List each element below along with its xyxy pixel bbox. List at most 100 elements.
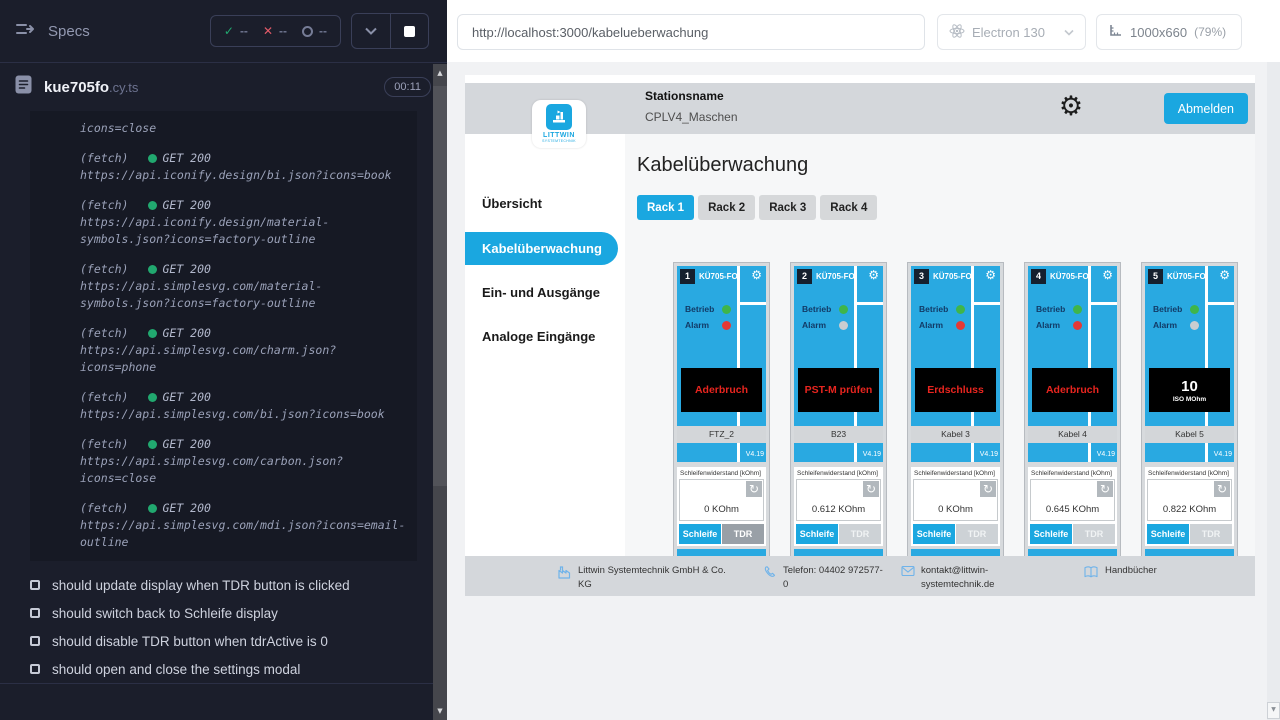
log-entry-fetch[interactable]: (fetch) GET 200 https://api.iconify.desi… <box>80 197 407 248</box>
sidebar-item[interactable]: Übersicht <box>482 196 542 211</box>
cross-icon: ✕ <box>263 25 273 37</box>
card-gear-icon[interactable]: ⚙ <box>751 268 762 282</box>
test-checkbox-icon <box>30 664 40 674</box>
tdr-button[interactable]: TDR <box>722 524 764 544</box>
station-label: Stationsname <box>645 89 738 103</box>
log-entry-fetch[interactable]: (fetch) GET 200 https://api.simplesvg.co… <box>80 389 407 423</box>
ruler-icon <box>1108 23 1123 41</box>
rack-tab[interactable]: Rack 3 <box>759 195 816 220</box>
station-info: Stationsname CPLV4_Maschen <box>645 89 738 124</box>
card-cable-name: FTZ_2 <box>677 426 766 443</box>
card-device-panel: ⚙ 1 KÜ705-FO Betrieb Alarm Aderbruch FTZ… <box>677 266 766 462</box>
sidebar-item[interactable]: Analoge Eingänge <box>482 329 595 344</box>
panel-divider <box>974 302 1000 305</box>
runner-scrollbar[interactable]: ▲ ▼ <box>433 64 447 720</box>
schleife-button[interactable]: Schleife <box>796 524 838 544</box>
card-model: KÜ705-FO <box>1050 272 1089 281</box>
card-leds: Betrieb Alarm <box>1036 304 1082 336</box>
refresh-icon[interactable]: ↻ <box>746 481 762 497</box>
rack-tab[interactable]: Rack 2 <box>698 195 755 220</box>
scrollbar-thumb[interactable] <box>433 86 447 486</box>
logo-subtext: SYSTEMTECHNIK <box>542 139 576 143</box>
log-entry-fetch[interactable]: (fetch) GET 200 https://api.simplesvg.co… <box>80 500 407 551</box>
betrieb-led <box>722 305 731 314</box>
alarm-led <box>1190 321 1199 330</box>
status-ok-dot <box>148 154 157 163</box>
scroll-up-icon[interactable]: ▲ <box>433 66 447 80</box>
panel-divider <box>1208 302 1234 305</box>
refresh-icon[interactable]: ↻ <box>1214 481 1230 497</box>
stop-icon <box>404 26 415 37</box>
spec-stat: ✕-- <box>263 24 287 38</box>
book-icon <box>1083 565 1099 579</box>
test-item[interactable]: should open and close the settings modal <box>0 655 447 683</box>
stop-button[interactable] <box>390 14 428 48</box>
log-entry-fetch[interactable]: (fetch) GET 200 https://api.simplesvg.co… <box>80 436 407 487</box>
refresh-icon[interactable]: ↻ <box>1097 481 1113 497</box>
log-entry-fetch[interactable]: (fetch) GET 200 https://api.simplesvg.co… <box>80 325 407 376</box>
monitor-card: ⚙ 1 KÜ705-FO Betrieb Alarm Aderbruch FTZ… <box>673 262 770 577</box>
spec-file-row[interactable]: kue705fo.cy.ts 00:11 <box>0 63 447 111</box>
station-name: CPLV4_Maschen <box>645 110 738 124</box>
chevron-down-icon <box>1064 29 1074 36</box>
test-item[interactable]: should update display when TDR button is… <box>0 571 447 599</box>
footer-manuals-link[interactable]: Handbücher <box>1083 564 1157 579</box>
browser-select[interactable]: Electron 130 <box>937 14 1086 50</box>
schleife-button[interactable]: Schleife <box>679 524 721 544</box>
panel-divider <box>857 302 883 305</box>
test-item[interactable]: should switch back to Schleife display <box>0 599 447 627</box>
card-device-panel: ⚙ 2 KÜ705-FO Betrieb Alarm PST-M prüfen … <box>794 266 883 462</box>
resistance-label: Schleifenwiderstand [kOhm] <box>680 470 764 477</box>
tdr-button[interactable]: TDR <box>839 524 881 544</box>
card-model: KÜ705-FO <box>933 272 972 281</box>
spec-file-name: kue705fo.cy.ts <box>44 79 138 96</box>
footer-email[interactable]: kontakt@littwin-systemtechnik.de <box>901 564 1005 593</box>
monitor-card: ⚙ 2 KÜ705-FO Betrieb Alarm PST-M prüfen … <box>790 262 887 577</box>
card-gear-icon[interactable]: ⚙ <box>985 268 996 282</box>
card-gear-icon[interactable]: ⚙ <box>868 268 879 282</box>
monitor-card: ⚙ 5 KÜ705-FO Betrieb Alarm 10 ISO MOhm K… <box>1141 262 1238 577</box>
log-entry-url: https://api.simplesvg.com/charm.json?​ic… <box>80 342 407 376</box>
status-ok-dot <box>148 393 157 402</box>
runner-controls <box>351 13 429 49</box>
card-gear-icon[interactable]: ⚙ <box>1219 268 1230 282</box>
card-measurement-panel: Schleifenwiderstand [kOhm] ↻ 0 KOhm Schl… <box>911 467 1000 546</box>
card-status-display: Erdschluss <box>915 368 996 412</box>
card-cable-name: Kabel 4 <box>1028 426 1117 443</box>
refresh-icon[interactable]: ↻ <box>863 481 879 497</box>
schleife-button[interactable]: Schleife <box>1030 524 1072 544</box>
resistance-label: Schleifenwiderstand [kOhm] <box>797 470 881 477</box>
url-input[interactable] <box>457 14 925 50</box>
schleife-button[interactable]: Schleife <box>913 524 955 544</box>
log-entry-fetch[interactable]: (fetch) GET 200 https://api.iconify.desi… <box>80 150 407 184</box>
card-gear-icon[interactable]: ⚙ <box>1102 268 1113 282</box>
refresh-icon[interactable]: ↻ <box>980 481 996 497</box>
tdr-button[interactable]: TDR <box>1073 524 1115 544</box>
card-measurement-panel: Schleifenwiderstand [kOhm] ↻ 0.612 KOhm … <box>794 467 883 546</box>
resistance-label: Schleifenwiderstand [kOhm] <box>914 470 998 477</box>
log-entry-url: https://api.simplesvg.com/carbon.json?​i… <box>80 453 407 487</box>
logout-button[interactable]: Abmelden <box>1164 93 1248 124</box>
tdr-button[interactable]: TDR <box>1190 524 1232 544</box>
card-cable-name: Kabel 3 <box>911 426 1000 443</box>
settings-gear-icon[interactable]: ⚙ <box>1055 88 1087 126</box>
viewport-select[interactable]: 1000x660 (79%) <box>1096 14 1242 50</box>
scroll-down-icon[interactable]: ▼ <box>433 704 447 718</box>
tdr-button[interactable]: TDR <box>956 524 998 544</box>
log-entry-url: https://api.iconify.design/material-​sym… <box>80 214 407 248</box>
test-item[interactable]: should disable TDR button when tdrActive… <box>0 627 447 655</box>
scroll-down-icon[interactable]: ▼ <box>1267 702 1280 719</box>
specs-menu-icon[interactable] <box>14 18 36 45</box>
sidebar-item[interactable]: Kabelüberwachung <box>465 232 618 265</box>
status-ok-dot <box>148 265 157 274</box>
rack-tab[interactable]: Rack 4 <box>820 195 877 220</box>
divider <box>0 683 447 684</box>
alarm-led <box>839 321 848 330</box>
stage-scrollbar[interactable]: ▼ <box>1267 62 1280 720</box>
panel-divider <box>1091 302 1117 305</box>
log-entry-fetch[interactable]: (fetch) GET 200 https://api.simplesvg.co… <box>80 261 407 312</box>
rack-tab[interactable]: Rack 1 <box>637 195 694 220</box>
collapse-chevron-icon[interactable] <box>352 14 390 48</box>
sidebar-item[interactable]: Ein- und Ausgänge <box>482 285 600 300</box>
schleife-button[interactable]: Schleife <box>1147 524 1189 544</box>
